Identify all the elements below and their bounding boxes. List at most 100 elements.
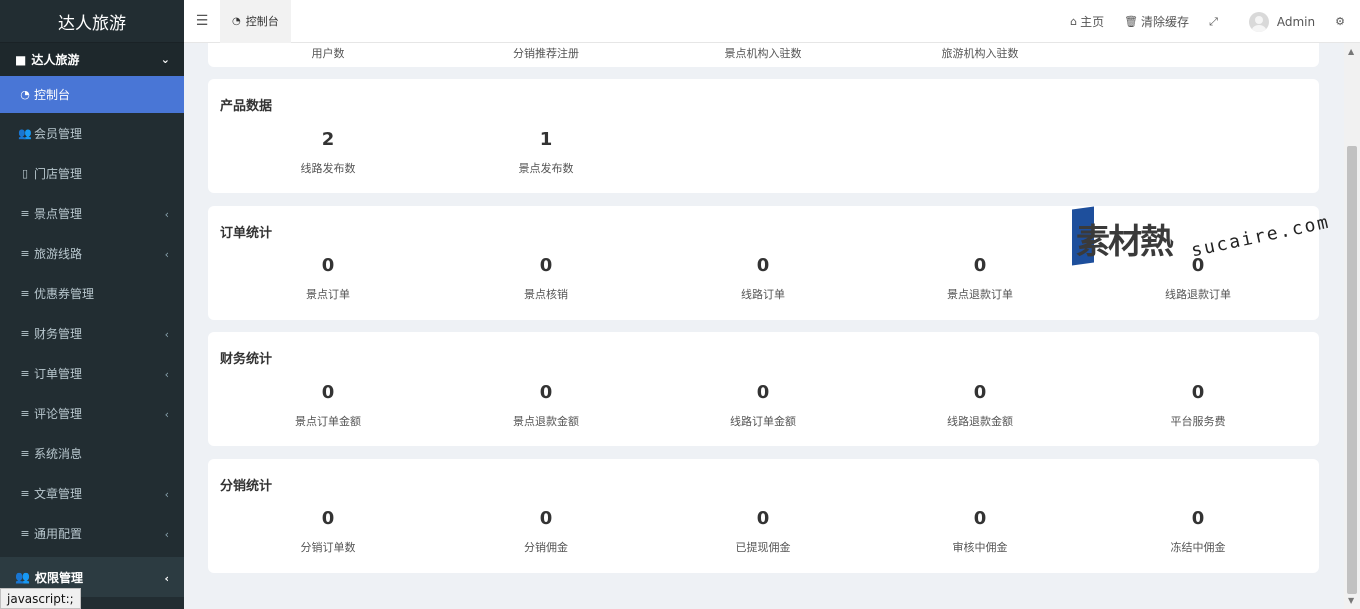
stat-label: 景点订单金额 [295,415,361,428]
stat-label: 旅游机构入驻数 [941,47,1019,60]
sidebar-item-label: 门店管理 [34,166,83,181]
stat-platform-fee: 0 平台服务费 [1118,381,1278,429]
sidebar-item-config[interactable]: ≡ 通用配置 ‹ [0,513,184,553]
sidebar-item-attractions[interactable]: ≡ 景点管理 ‹ [0,193,184,233]
stat-label: 线路订单金额 [730,415,796,428]
sidebar-item-messages[interactable]: ≡ 系统消息 [0,433,184,473]
stat-attraction-orgs: 景点机构入驻数 [683,45,843,61]
sidebar-item-dashboard[interactable]: ◔ 控制台 [0,76,184,113]
stat-value: 0 [973,255,987,276]
product-card: 产品数据 2 线路发布数 1 景点发布数 [208,79,1319,193]
scrollbar-thumb[interactable] [1347,146,1357,594]
stat-value: 0 [539,382,553,403]
clear-cache-button[interactable]: 🗑 清除缓存 [1114,13,1199,30]
stat-label: 景点核销 [524,288,568,301]
chevron-left-icon: ‹ [164,488,169,501]
sidebar-item-label: 旅游线路 [34,246,83,261]
sidebar-item-label: 财务管理 [34,326,83,341]
home-link[interactable]: ⌂ 主页 [1060,13,1114,30]
stat-value: 0 [756,382,770,403]
stat-frozen-commission: 0 冻结中佣金 [1118,507,1278,555]
stat-value: 0 [756,508,770,529]
card-title: 产品数据 [220,99,273,114]
user-name: Admin [1276,14,1316,29]
sidebar-item-comments[interactable]: ≡ 评论管理 ‹ [0,393,184,433]
list-icon: ≡ [20,486,30,500]
brand-logo[interactable]: 达人旅游 [0,0,184,43]
stat-label: 线路退款金额 [947,415,1013,428]
stat-value: 0 [1191,508,1205,529]
chevron-left-icon: ‹ [164,328,169,341]
folder-icon: ■ [15,52,27,67]
stat-label: 景点发布数 [518,162,574,175]
tab-dashboard[interactable]: ◔ 控制台 [220,0,291,43]
stat-route-refund-amount: 0 线路退款金额 [900,381,1060,429]
scroll-down-icon[interactable]: ▼ [1348,596,1354,605]
card-title: 分销统计 [220,479,273,494]
sidebar-group-label: 权限管理 [34,570,83,585]
sidebar-item-label: 会员管理 [34,126,83,141]
stat-attraction-order-amount: 0 景点订单金额 [248,381,408,429]
orders-card: 订单统计 0 景点订单 0 景点核销 0 线路订单 0 景点退款订单 0 线路退… [208,206,1319,320]
sidebar-item-label: 通用配置 [34,526,83,541]
sidebar-item-label: 系统消息 [34,446,83,461]
settings-button[interactable]: ⚙ [1325,15,1360,28]
stat-pending-commission: 0 审核中佣金 [900,507,1060,555]
list-icon: ≡ [20,406,30,420]
expand-icon: ⤢ [1209,14,1218,28]
stat-value: 0 [973,508,987,529]
distribution-card: 分销统计 0 分销订单数 0 分销佣金 0 已提现佣金 0 审核中佣金 0 冻结… [208,459,1319,573]
stat-attraction-orders: 0 景点订单 [248,254,408,302]
top-navbar: ☰ ◔ 控制台 ⌂ 主页 🗑 清除缓存 ⤢ Admin ⚙ [184,0,1360,43]
stat-distribution-orders: 0 分销订单数 [248,507,408,555]
stat-label: 冻结中佣金 [1170,541,1226,554]
overview-card: 用户数 分销推荐注册 景点机构入驻数 旅游机构入驻数 [208,43,1319,67]
sidebar-group-main[interactable]: ■ 达人旅游 ⌄ [0,43,184,76]
list-icon: ≡ [20,246,30,260]
stat-value: 0 [756,255,770,276]
stat-attraction-refund-orders: 0 景点退款订单 [900,254,1060,302]
sidebar: 达人旅游 ■ 达人旅游 ⌄ ◔ 控制台 👥 会员管理 ▯ 门店管理 ≡ 景点管理… [0,0,184,609]
scroll-up-icon[interactable]: ▲ [1348,47,1354,56]
home-icon: ⌂ [1070,15,1078,28]
clear-cache-label: 清除缓存 [1141,15,1190,29]
chevron-left-icon: ‹ [164,248,169,261]
sidebar-item-articles[interactable]: ≡ 文章管理 ‹ [0,473,184,513]
stat-label: 分销订单数 [300,541,356,554]
stat-label: 景点机构入驻数 [724,47,802,60]
stat-label: 线路订单 [741,288,785,301]
sidebar-item-routes[interactable]: ≡ 旅游线路 ‹ [0,233,184,273]
sidebar-item-finance[interactable]: ≡ 财务管理 ‹ [0,313,184,353]
vertical-scrollbar[interactable]: ▲ ▼ [1344,43,1360,609]
stat-attraction-verified: 0 景点核销 [466,254,626,302]
card-title: 财务统计 [220,352,273,367]
sidebar-item-members[interactable]: 👥 会员管理 [0,113,184,153]
list-icon: ≡ [20,446,30,460]
stat-label: 审核中佣金 [952,541,1008,554]
list-icon: ≡ [20,526,30,540]
chevron-left-icon: ‹ [164,572,169,585]
list-icon: ≡ [20,286,30,300]
stat-value: 1 [539,129,553,150]
chevron-left-icon: ‹ [164,208,169,221]
stat-label: 线路发布数 [300,162,356,175]
stat-value: 0 [321,382,335,403]
card-title: 订单统计 [220,226,273,241]
stat-withdrawn-commission: 0 已提现佣金 [683,507,843,555]
top-right-actions: ⌂ 主页 🗑 清除缓存 ⤢ Admin ⚙ [1060,0,1360,43]
list-icon: ≡ [20,366,30,380]
stat-value: 0 [973,382,987,403]
chevron-left-icon: ‹ [164,528,169,541]
sidebar-item-coupons[interactable]: ≡ 优惠券管理 [0,273,184,313]
stat-referral-registrations: 分销推荐注册 [466,45,626,61]
menu-toggle-icon[interactable]: ☰ [184,0,220,43]
sidebar-item-label: 订单管理 [34,366,83,381]
stat-users: 用户数 [248,45,408,61]
sidebar-item-orders[interactable]: ≡ 订单管理 ‹ [0,353,184,393]
user-menu[interactable]: Admin [1231,11,1325,32]
main-content: 用户数 分销推荐注册 景点机构入驻数 旅游机构入驻数 产品数据 2 线路发布数 … [184,43,1344,609]
fullscreen-button[interactable]: ⤢ [1199,15,1231,29]
stat-label: 景点退款订单 [947,288,1013,301]
sidebar-item-stores[interactable]: ▯ 门店管理 [0,153,184,193]
sidebar-item-label: 文章管理 [34,486,83,501]
